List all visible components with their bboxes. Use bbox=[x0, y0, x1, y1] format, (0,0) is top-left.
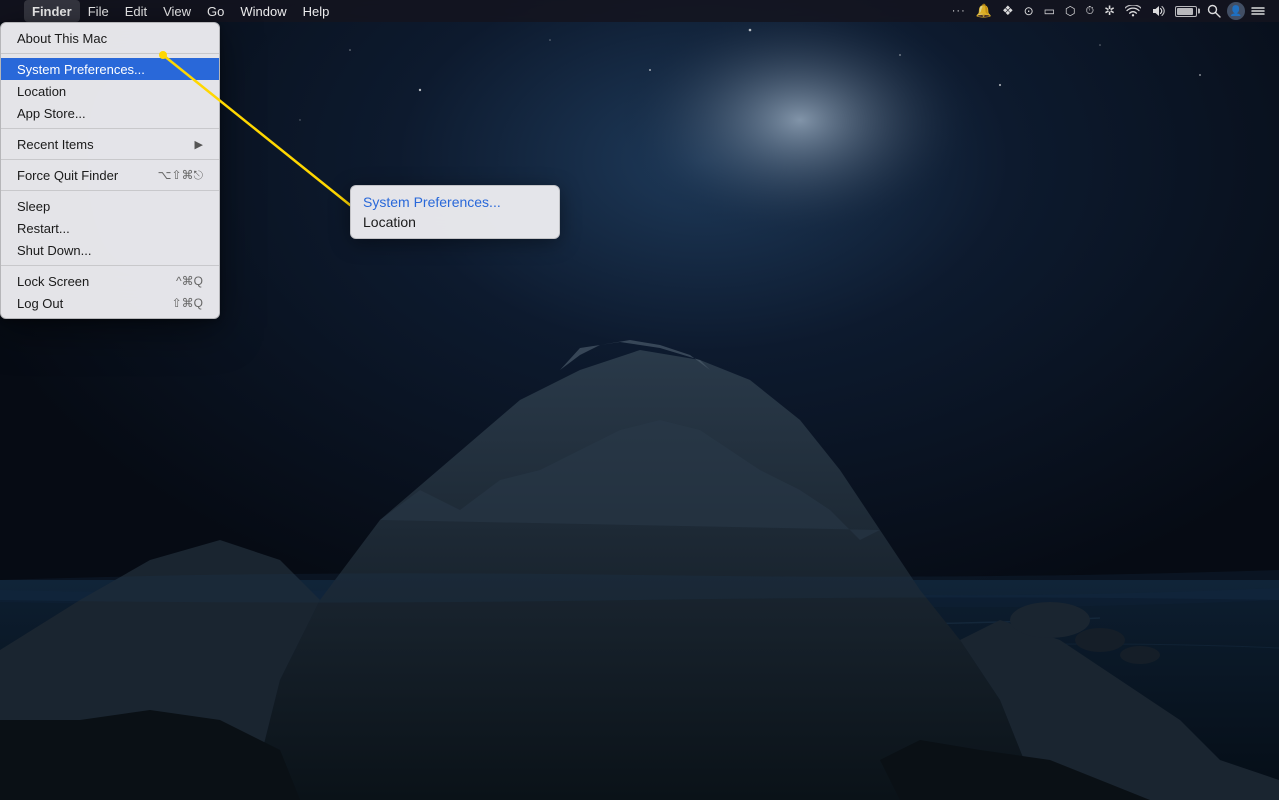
timemachine-icon[interactable]: ⏱ bbox=[1082, 0, 1099, 22]
menu-item-system-prefs[interactable]: System Preferences... bbox=[1, 58, 219, 80]
menu-separator-1 bbox=[1, 53, 219, 54]
menu-item-log-out[interactable]: Log Out ⇧⌘Q bbox=[1, 292, 219, 314]
tooltip-popup: System Preferences... Location bbox=[350, 185, 560, 239]
screenrecord-icon[interactable]: ⊙ bbox=[1020, 0, 1038, 22]
apple-menu-trigger[interactable] bbox=[4, 0, 24, 22]
force-quit-shortcut: ⌥⇧⌘⎋ bbox=[158, 168, 203, 183]
menu-item-about[interactable]: About This Mac bbox=[1, 27, 219, 49]
menubar-help[interactable]: Help bbox=[295, 0, 338, 22]
user-avatar[interactable]: 👤 bbox=[1227, 2, 1245, 20]
menu-separator-3 bbox=[1, 159, 219, 160]
notification-icon[interactable]: 🔔 bbox=[972, 0, 996, 22]
menu-separator-2 bbox=[1, 128, 219, 129]
menu-item-location[interactable]: Location bbox=[1, 80, 219, 102]
airplay-icon[interactable]: ▭ bbox=[1040, 0, 1059, 22]
menubar-view[interactable]: View bbox=[155, 0, 199, 22]
dropbox-icon[interactable]: ❖ bbox=[998, 0, 1018, 22]
photo-icon[interactable]: ⬡ bbox=[1061, 0, 1079, 22]
log-out-shortcut: ⇧⌘Q bbox=[172, 296, 203, 310]
control-center-icon[interactable] bbox=[1247, 0, 1269, 22]
menu-separator-5 bbox=[1, 265, 219, 266]
wifi-icon[interactable] bbox=[1121, 0, 1145, 22]
menu-item-recent-items[interactable]: Recent Items ▶ bbox=[1, 133, 219, 155]
menubar-go[interactable]: Go bbox=[199, 0, 232, 22]
menubar-finder[interactable]: Finder bbox=[24, 0, 80, 22]
lock-screen-shortcut: ^⌘Q bbox=[176, 274, 203, 288]
bluetooth-icon[interactable]: ✲ bbox=[1100, 0, 1119, 22]
menu-item-sleep[interactable]: Sleep bbox=[1, 195, 219, 217]
menubar-edit[interactable]: Edit bbox=[117, 0, 155, 22]
tooltip-line-2: Location bbox=[363, 212, 547, 232]
menu-item-shut-down[interactable]: Shut Down... bbox=[1, 239, 219, 261]
menu-item-app-store[interactable]: App Store... bbox=[1, 102, 219, 124]
menu-separator-4 bbox=[1, 190, 219, 191]
menubar-left: Finder File Edit View Go Window Help bbox=[4, 0, 337, 22]
menubar-right: ··· 🔔 ❖ ⊙ ▭ ⬡ ⏱ ✲ bbox=[948, 0, 1275, 22]
apple-menu-dropdown: About This Mac System Preferences... Loc… bbox=[0, 22, 220, 319]
menu-item-restart[interactable]: Restart... bbox=[1, 217, 219, 239]
menubar-file[interactable]: File bbox=[80, 0, 117, 22]
menu-item-force-quit[interactable]: Force Quit Finder ⌥⇧⌘⎋ bbox=[1, 164, 219, 186]
sound-icon[interactable] bbox=[1147, 0, 1169, 22]
dots-icon[interactable]: ··· bbox=[948, 0, 970, 22]
menubar-window[interactable]: Window bbox=[232, 0, 294, 22]
menu-item-lock-screen[interactable]: Lock Screen ^⌘Q bbox=[1, 270, 219, 292]
tooltip-line-1: System Preferences... bbox=[363, 192, 547, 212]
menubar: Finder File Edit View Go Window Help ···… bbox=[0, 0, 1279, 22]
search-icon[interactable] bbox=[1203, 0, 1225, 22]
submenu-arrow: ▶ bbox=[195, 138, 203, 151]
battery-icon[interactable] bbox=[1171, 0, 1201, 22]
